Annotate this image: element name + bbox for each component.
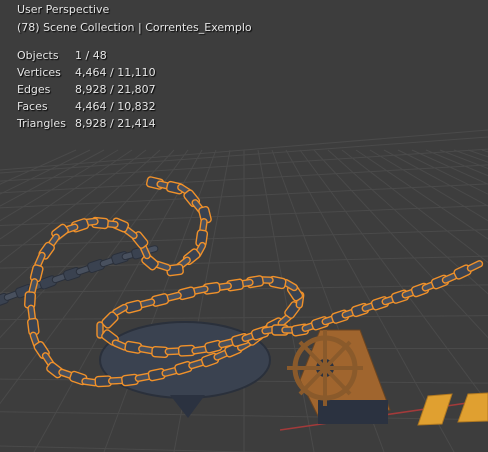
stat-value: 4,464 / 11,110 xyxy=(75,66,156,79)
stat-label: Objects xyxy=(17,49,59,62)
stat-row-objects: Objects 1 / 48 xyxy=(17,49,156,66)
stat-row-faces: Faces 4,464 / 10,832 xyxy=(17,100,156,117)
wooden-blocks[interactable] xyxy=(417,392,488,426)
chain-unselected[interactable] xyxy=(0,245,159,308)
grid-line xyxy=(0,149,105,207)
stat-label: Triangles xyxy=(17,117,66,130)
stat-value: 8,928 / 21,414 xyxy=(75,117,156,130)
stat-row-vertices: Vertices 4,464 / 11,110 xyxy=(17,66,156,83)
winch-object[interactable] xyxy=(287,329,391,424)
grid-line xyxy=(0,149,147,264)
view-perspective-label: User Perspective xyxy=(17,3,110,16)
stat-value: 4,464 / 10,832 xyxy=(75,100,156,113)
grid-line xyxy=(33,149,203,452)
stat-value: 1 / 48 xyxy=(75,49,107,62)
stat-label: Vertices xyxy=(17,66,61,79)
stat-row-triangles: Triangles 8,928 / 21,414 xyxy=(17,117,156,134)
stat-label: Edges xyxy=(17,83,51,96)
grid-line xyxy=(257,149,315,452)
selected-chain-link xyxy=(466,260,484,272)
3d-viewport[interactable]: User Perspective (78) Scene Collection |… xyxy=(0,0,488,452)
stat-row-edges: Edges 8,928 / 21,807 xyxy=(17,83,156,100)
statistics-overlay: Objects 1 / 48 Vertices 4,464 / 11,110 E… xyxy=(17,49,156,134)
stat-label: Faces xyxy=(17,100,48,113)
scene-collection-label: (78) Scene Collection | Correntes_Exempl… xyxy=(17,21,252,34)
viewport-header: User Perspective (78) Scene Collection |… xyxy=(17,3,252,39)
stat-value: 8,928 / 21,807 xyxy=(75,83,156,96)
